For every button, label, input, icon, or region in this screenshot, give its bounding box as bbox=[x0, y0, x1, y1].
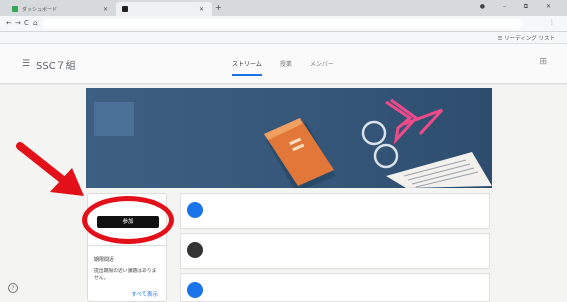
close-tab-icon[interactable]: ✕ bbox=[103, 6, 108, 13]
tab-people[interactable]: メンバー bbox=[310, 59, 334, 76]
hamburger-menu-icon[interactable]: ☰ bbox=[22, 59, 30, 69]
class-title[interactable]: SSC７組 bbox=[36, 57, 76, 72]
stream-page: ⋮ 参加 期限間近 提出期限の近い課題はありません。 すべて表示 ? bbox=[0, 85, 567, 302]
browser-tab-dashboard[interactable]: ダッシュボード ✕ bbox=[6, 2, 116, 16]
tab-stream[interactable]: ストリーム bbox=[232, 59, 262, 76]
close-tab-icon[interactable]: ✕ bbox=[199, 6, 204, 13]
address-bar-row: ← → C ⌂ ⋮ bbox=[0, 16, 567, 32]
new-tab-button[interactable]: + bbox=[215, 3, 222, 12]
tab-classwork[interactable]: 授業 bbox=[280, 59, 292, 76]
class-banner bbox=[86, 88, 492, 188]
stream-post[interactable] bbox=[180, 233, 490, 269]
upcoming-work-card: 期限間近 提出期限の近い課題はありません。 すべて表示 bbox=[87, 245, 167, 302]
assignment-icon bbox=[187, 242, 203, 258]
forward-arrow-icon[interactable]: → bbox=[15, 19, 21, 27]
reload-icon[interactable]: C bbox=[24, 19, 29, 27]
bookmarks-bar: ☰ リーディング リスト bbox=[0, 32, 567, 44]
classroom-favicon-icon bbox=[12, 6, 18, 12]
reading-list-button[interactable]: ☰ リーディング リスト bbox=[497, 34, 555, 42]
tab-label: ダッシュボード bbox=[22, 6, 58, 13]
home-icon[interactable]: ⌂ bbox=[33, 19, 37, 27]
help-icon[interactable]: ? bbox=[8, 283, 18, 293]
view-all-link[interactable]: すべて表示 bbox=[131, 290, 158, 298]
back-arrow-icon[interactable]: ← bbox=[6, 19, 12, 27]
avatar bbox=[187, 202, 203, 218]
apps-grid-icon[interactable]: ⊞ bbox=[539, 57, 547, 67]
browser-tab-bar: ダッシュボード ✕ ✕ + ● – ⧉ ✕ bbox=[0, 0, 567, 16]
avatar bbox=[187, 282, 203, 298]
reading-list-label: リーディング リスト bbox=[504, 36, 555, 42]
stream-post[interactable] bbox=[180, 193, 490, 229]
classroom-header: ☰ SSC７組 ストリーム 授業 メンバー ⊞ bbox=[0, 44, 567, 84]
classroom-favicon-icon bbox=[122, 6, 128, 12]
book-glasses-illustration-icon bbox=[264, 98, 492, 188]
highlight-circle bbox=[82, 196, 174, 244]
stream-post[interactable] bbox=[180, 273, 490, 302]
address-input[interactable] bbox=[42, 19, 522, 29]
window-controls[interactable]: ● – ⧉ ✕ bbox=[480, 3, 559, 11]
browser-tab-active[interactable]: ✕ bbox=[116, 2, 212, 16]
class-tabs: ストリーム 授業 メンバー bbox=[232, 59, 334, 76]
upcoming-work-title: 期限間近 bbox=[94, 257, 115, 263]
browser-menu-icon[interactable]: ⋮ bbox=[549, 19, 555, 26]
upcoming-work-text: 提出期限の近い課題はありません。 bbox=[94, 269, 157, 281]
